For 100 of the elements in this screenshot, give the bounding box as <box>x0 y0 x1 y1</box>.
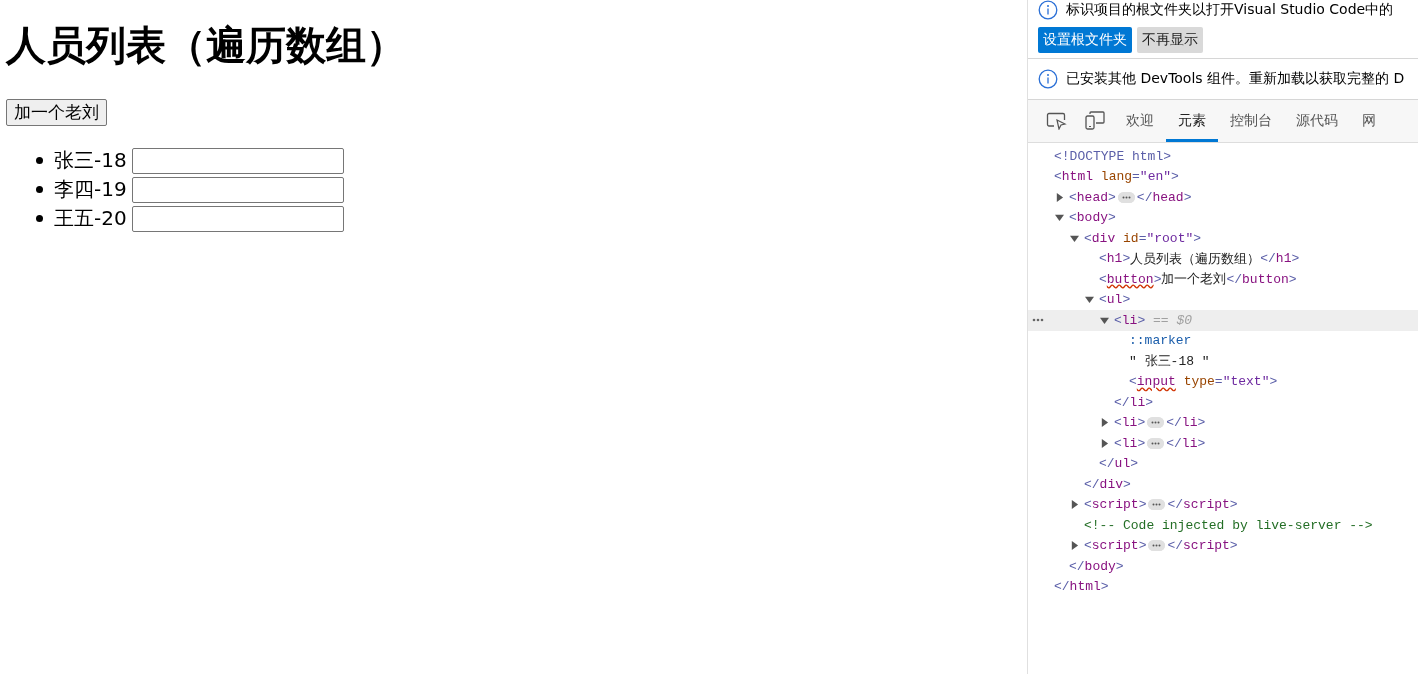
code-token: < <box>1114 312 1122 328</box>
code-token: ::marker <box>1129 333 1192 349</box>
info-icon <box>1038 69 1058 89</box>
input-field[interactable] <box>131 176 344 203</box>
code-token: < <box>1084 230 1092 246</box>
code-token: > <box>1137 415 1146 431</box>
code-token: < <box>1069 210 1077 226</box>
devtools-tab[interactable]: 控制台 <box>1218 100 1284 142</box>
code-token: script <box>1091 497 1139 513</box>
code-token: > <box>1197 415 1206 431</box>
code-token: > <box>1122 292 1131 308</box>
code-token: > <box>1138 497 1147 513</box>
code-token: > <box>1115 558 1124 574</box>
bullet <box>36 186 43 193</box>
info-message: 已安装其他 DevTools 组件。重新加载以获取完整的 D <box>1066 70 1405 88</box>
code-token: > <box>1137 435 1146 451</box>
dom-row[interactable]: <button>加一个老刘</button> <box>1028 269 1418 290</box>
code-token: </ <box>1166 435 1182 451</box>
dom-row[interactable]: <li> </li> <box>1028 433 1418 454</box>
code-token: > <box>1197 435 1206 451</box>
code-token: < <box>1114 435 1122 451</box>
dom-row[interactable]: <!-- Code injected by live-server --> <box>1028 515 1418 536</box>
expand-triangle-icon[interactable] <box>1070 541 1079 551</box>
code-token: > <box>1153 271 1162 287</box>
code-token: script <box>1091 538 1139 554</box>
code-token: < <box>1099 251 1107 267</box>
code-token: </ <box>1260 251 1276 267</box>
devtools-tab[interactable]: 欢迎 <box>1114 100 1166 142</box>
code-token: = <box>1214 374 1223 390</box>
code-token: li <box>1121 415 1138 431</box>
code-token: " 张三-18 " <box>1129 353 1210 371</box>
person-label: 王五-20 <box>54 205 127 232</box>
dom-row[interactable]: <!DOCTYPE html> <box>1028 146 1418 167</box>
code-token: </ <box>1069 558 1085 574</box>
code-token: head <box>1076 189 1109 205</box>
dom-row[interactable]: ::marker <box>1028 330 1418 351</box>
primary-button[interactable]: 设置根文件夹 <box>1038 27 1132 53</box>
code-token: < <box>1069 189 1077 205</box>
code-token: </ <box>1166 415 1182 431</box>
code-token: > <box>1291 251 1300 267</box>
code-token: < <box>1054 169 1062 185</box>
code-token: "text" <box>1222 374 1270 390</box>
code-token: </ <box>1226 271 1243 287</box>
code-token: > <box>1123 476 1131 492</box>
code-token: 人员列表（遍历数组） <box>1130 250 1261 268</box>
code-token: > <box>1137 312 1146 328</box>
code-token: li <box>1181 415 1198 431</box>
code-token: type <box>1182 374 1215 390</box>
code-token: <!-- Code injected by live-server --> <box>1084 517 1373 533</box>
expand-triangle-icon[interactable] <box>1055 192 1064 202</box>
code-token: > <box>1269 374 1278 390</box>
code-token: id <box>1122 230 1139 246</box>
dom-row[interactable]: <script> </script> <box>1028 535 1418 556</box>
code-token: li <box>1121 312 1138 328</box>
code-token: </ <box>1114 394 1130 410</box>
code-token: < <box>1129 374 1137 390</box>
input-field[interactable] <box>131 205 344 232</box>
info-icon <box>1038 0 1058 20</box>
code-token: h1 <box>1106 251 1123 267</box>
code-token: > <box>1122 251 1131 267</box>
person-label: 张三-18 <box>54 147 127 174</box>
code-token: html <box>1069 579 1101 595</box>
input-field[interactable] <box>131 147 344 174</box>
code-token: body <box>1084 558 1116 574</box>
add-person-button[interactable]: 加一个老刘 <box>6 99 107 126</box>
bullet <box>36 215 43 222</box>
expand-triangle-icon[interactable] <box>1070 500 1079 510</box>
code-token: < <box>1099 271 1107 287</box>
page-heading: 人员列表（遍历数组） <box>6 21 407 70</box>
code-token: > <box>1171 169 1179 185</box>
dom-row[interactable]: <li> </li> <box>1028 412 1418 433</box>
more-icon[interactable] <box>1032 318 1044 322</box>
code-token: </ <box>1167 497 1184 513</box>
devtools-tab[interactable]: 元素 <box>1166 100 1218 142</box>
dismiss-button[interactable]: 不再显示 <box>1137 27 1203 53</box>
code-token: head <box>1152 189 1184 205</box>
dom-row[interactable]: <input type="text"> <box>1028 371 1418 392</box>
code-token: ul <box>1106 292 1123 308</box>
code-token: ul <box>1114 456 1131 472</box>
selected-dom-row[interactable]: <li> == $0 <box>1028 310 1418 331</box>
code-token: html <box>1061 169 1094 185</box>
code-token: < <box>1084 538 1092 554</box>
dom-row[interactable]: <body> <box>1028 207 1418 228</box>
code-token: button <box>1242 271 1289 287</box>
dom-row[interactable]: <head> </head> <box>1028 187 1418 208</box>
code-token: "root" <box>1146 230 1194 246</box>
devtools-tab[interactable]: 源代码 <box>1284 100 1350 142</box>
dom-row[interactable]: " 张三-18 " <box>1028 351 1418 372</box>
dom-row[interactable]: <ul> <box>1028 289 1418 310</box>
dom-row[interactable]: <h1>人员列表（遍历数组）</h1> <box>1028 248 1418 269</box>
code-token: </ <box>1167 538 1184 554</box>
dom-row[interactable]: <html lang="en"> <box>1028 166 1418 187</box>
code-token: </ <box>1084 476 1100 492</box>
code-token: 加一个老刘 <box>1161 271 1227 289</box>
devtools-tab[interactable]: 网 <box>1350 100 1388 142</box>
dom-row[interactable]: <div id="root"> <box>1028 228 1418 249</box>
code-token: > <box>1108 210 1116 226</box>
code-token: li <box>1129 394 1146 410</box>
dom-row[interactable]: <script> </script> <box>1028 494 1418 515</box>
code-token: script <box>1183 497 1230 513</box>
